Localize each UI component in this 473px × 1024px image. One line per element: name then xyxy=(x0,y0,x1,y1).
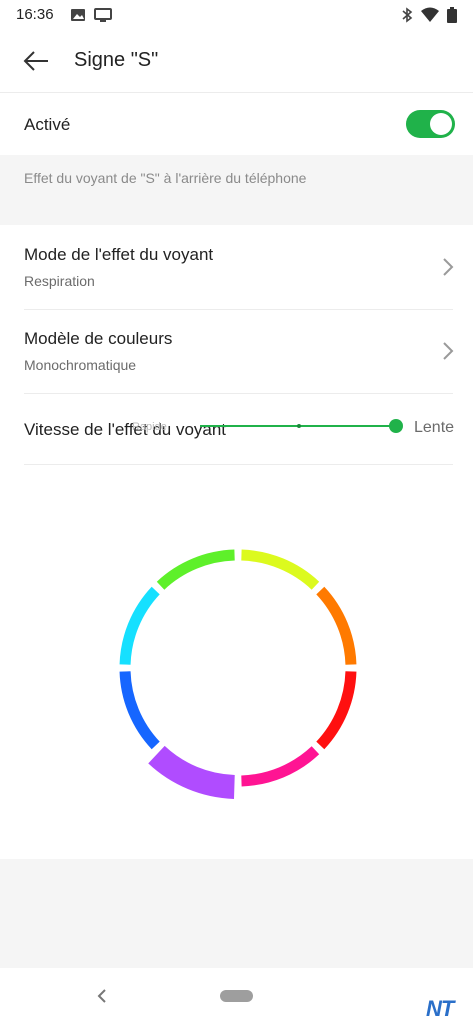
setting-row-mode[interactable]: Mode de l'effet du voyant Respiration xyxy=(0,225,473,309)
navigation-bar xyxy=(0,968,473,1024)
setting-value-color-model: Monochromatique xyxy=(24,357,137,373)
speed-label: Vitesse de l'effet du voyant xyxy=(24,420,227,439)
activated-label: Activé xyxy=(24,115,71,134)
arrow-left-icon[interactable] xyxy=(22,49,50,73)
speed-right-label: Lente xyxy=(414,419,455,436)
color-segment-selected[interactable] xyxy=(148,745,236,799)
image-icon xyxy=(71,9,85,21)
setting-row-color-model[interactable]: Modèle de couleurs Monochromatique xyxy=(0,310,473,393)
bluetooth-icon xyxy=(402,7,413,23)
page-title: Signe "S" xyxy=(74,49,159,71)
app-header: Signe "S" xyxy=(0,30,473,93)
chevron-right-icon xyxy=(443,342,454,360)
color-segment[interactable] xyxy=(119,671,160,750)
setting-value-mode: Respiration xyxy=(24,273,95,289)
activated-toggle[interactable] xyxy=(406,110,455,138)
watermark: NT xyxy=(426,996,454,1021)
color-ring[interactable] xyxy=(0,505,473,835)
cast-screen-icon xyxy=(94,8,112,22)
color-segment[interactable] xyxy=(156,549,235,590)
color-segment[interactable] xyxy=(119,586,160,665)
speed-left-label: Rapide xyxy=(132,421,167,433)
description-text: Effet du voyant de "S" à l'arrière du té… xyxy=(24,170,307,186)
toggle-knob xyxy=(430,113,452,135)
chevron-right-icon xyxy=(443,258,454,276)
color-segment[interactable] xyxy=(316,586,357,665)
color-segment[interactable] xyxy=(316,671,357,750)
battery-icon xyxy=(447,7,457,23)
divider xyxy=(24,393,453,394)
home-pill-icon[interactable] xyxy=(220,990,253,1002)
status-time: 16:36 xyxy=(16,6,54,23)
speed-slider-thumb[interactable] xyxy=(389,419,403,433)
status-bar: 16:36 xyxy=(0,0,473,30)
activated-row[interactable]: Activé xyxy=(0,93,473,155)
color-segment[interactable] xyxy=(241,746,320,787)
color-segment[interactable] xyxy=(241,549,320,590)
wifi-icon xyxy=(421,7,439,22)
setting-title-color-model: Modèle de couleurs xyxy=(24,329,173,348)
setting-title-mode: Mode de l'effet du voyant xyxy=(24,245,214,264)
divider xyxy=(24,464,453,465)
speed-slider-midpoint xyxy=(297,424,301,428)
nav-back-icon[interactable] xyxy=(96,988,108,1004)
